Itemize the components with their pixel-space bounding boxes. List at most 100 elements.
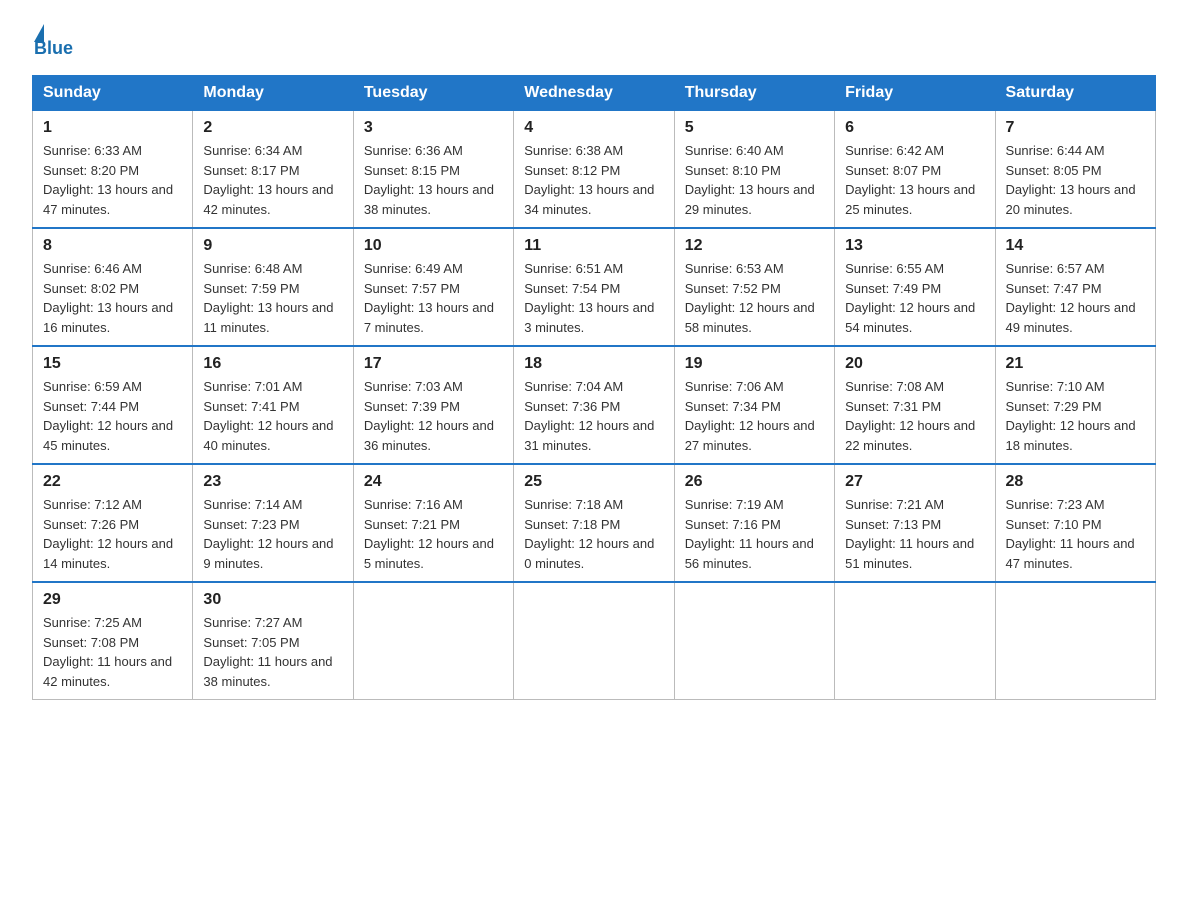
day-info: Sunrise: 7:25 AM Sunset: 7:08 PM Dayligh… bbox=[43, 613, 182, 691]
calendar-week-row: 8 Sunrise: 6:46 AM Sunset: 8:02 PM Daylig… bbox=[33, 228, 1156, 346]
calendar-week-row: 1 Sunrise: 6:33 AM Sunset: 8:20 PM Daylig… bbox=[33, 111, 1156, 229]
day-info: Sunrise: 7:21 AM Sunset: 7:13 PM Dayligh… bbox=[845, 495, 984, 573]
column-header-monday: Monday bbox=[193, 76, 353, 111]
calendar-day-cell: 10Sunrise: 6:49 AM Sunset: 7:57 PM Dayli… bbox=[353, 228, 513, 346]
calendar-day-cell: 16 Sunrise: 7:01 AM Sunset: 7:41 PM Dayli… bbox=[193, 346, 353, 464]
day-number: 20 bbox=[845, 355, 984, 373]
calendar-day-cell: 23 Sunrise: 7:14 AM Sunset: 7:23 PM Dayli… bbox=[193, 464, 353, 582]
calendar-day-cell: 21 Sunrise: 7:10 AM Sunset: 7:29 PM Dayli… bbox=[995, 346, 1155, 464]
day-number: 22 bbox=[43, 473, 182, 491]
logo: Blue bbox=[32, 24, 73, 59]
day-info: Sunrise: 6:44 AM Sunset: 8:05 PM Dayligh… bbox=[1006, 141, 1145, 219]
day-info: Sunrise: 6:57 AM Sunset: 7:47 PM Dayligh… bbox=[1006, 259, 1145, 337]
day-info: Sunrise: 7:03 AM Sunset: 7:39 PM Dayligh… bbox=[364, 377, 503, 455]
calendar-day-cell: 14 Sunrise: 6:57 AM Sunset: 7:47 PM Dayli… bbox=[995, 228, 1155, 346]
calendar-week-row: 29 Sunrise: 7:25 AM Sunset: 7:08 PM Dayli… bbox=[33, 582, 1156, 700]
day-number: 10 bbox=[364, 237, 503, 255]
calendar-day-cell: 20 Sunrise: 7:08 AM Sunset: 7:31 PM Dayli… bbox=[835, 346, 995, 464]
day-info: Sunrise: 7:19 AM Sunset: 7:16 PM Dayligh… bbox=[685, 495, 824, 573]
day-number: 23 bbox=[203, 473, 342, 491]
day-number: 8 bbox=[43, 237, 182, 255]
column-header-sunday: Sunday bbox=[33, 76, 193, 111]
day-number: 12 bbox=[685, 237, 824, 255]
day-info: Sunrise: 7:14 AM Sunset: 7:23 PM Dayligh… bbox=[203, 495, 342, 573]
day-info: Sunrise: 6:59 AM Sunset: 7:44 PM Dayligh… bbox=[43, 377, 182, 455]
day-info: Sunrise: 6:34 AM Sunset: 8:17 PM Dayligh… bbox=[203, 141, 342, 219]
day-info: Sunrise: 6:48 AM Sunset: 7:59 PM Dayligh… bbox=[203, 259, 342, 337]
day-number: 27 bbox=[845, 473, 984, 491]
column-header-saturday: Saturday bbox=[995, 76, 1155, 111]
calendar-day-cell: 19 Sunrise: 7:06 AM Sunset: 7:34 PM Dayli… bbox=[674, 346, 834, 464]
day-info: Sunrise: 6:36 AM Sunset: 8:15 PM Dayligh… bbox=[364, 141, 503, 219]
day-number: 4 bbox=[524, 119, 663, 137]
day-number: 15 bbox=[43, 355, 182, 373]
day-info: Sunrise: 7:18 AM Sunset: 7:18 PM Dayligh… bbox=[524, 495, 663, 573]
day-number: 21 bbox=[1006, 355, 1145, 373]
calendar-day-cell: 28Sunrise: 7:23 AM Sunset: 7:10 PM Dayli… bbox=[995, 464, 1155, 582]
day-number: 2 bbox=[203, 119, 342, 137]
day-number: 25 bbox=[524, 473, 663, 491]
day-info: Sunrise: 7:12 AM Sunset: 7:26 PM Dayligh… bbox=[43, 495, 182, 573]
day-info: Sunrise: 7:27 AM Sunset: 7:05 PM Dayligh… bbox=[203, 613, 342, 691]
calendar-day-cell: 1 Sunrise: 6:33 AM Sunset: 8:20 PM Daylig… bbox=[33, 111, 193, 229]
day-info: Sunrise: 7:10 AM Sunset: 7:29 PM Dayligh… bbox=[1006, 377, 1145, 455]
day-info: Sunrise: 6:53 AM Sunset: 7:52 PM Dayligh… bbox=[685, 259, 824, 337]
day-info: Sunrise: 7:16 AM Sunset: 7:21 PM Dayligh… bbox=[364, 495, 503, 573]
calendar-day-cell: 12 Sunrise: 6:53 AM Sunset: 7:52 PM Dayli… bbox=[674, 228, 834, 346]
day-number: 11 bbox=[524, 237, 663, 255]
day-info: Sunrise: 6:40 AM Sunset: 8:10 PM Dayligh… bbox=[685, 141, 824, 219]
day-info: Sunrise: 7:08 AM Sunset: 7:31 PM Dayligh… bbox=[845, 377, 984, 455]
calendar-day-cell: 15 Sunrise: 6:59 AM Sunset: 7:44 PM Dayli… bbox=[33, 346, 193, 464]
calendar-day-cell: 9Sunrise: 6:48 AM Sunset: 7:59 PM Daylig… bbox=[193, 228, 353, 346]
column-header-wednesday: Wednesday bbox=[514, 76, 674, 111]
day-number: 7 bbox=[1006, 119, 1145, 137]
day-info: Sunrise: 6:33 AM Sunset: 8:20 PM Dayligh… bbox=[43, 141, 182, 219]
day-number: 5 bbox=[685, 119, 824, 137]
day-number: 17 bbox=[364, 355, 503, 373]
day-number: 30 bbox=[203, 591, 342, 609]
calendar-day-cell: 8 Sunrise: 6:46 AM Sunset: 8:02 PM Daylig… bbox=[33, 228, 193, 346]
calendar-day-cell: 17 Sunrise: 7:03 AM Sunset: 7:39 PM Dayli… bbox=[353, 346, 513, 464]
page-header: Blue bbox=[32, 24, 1156, 59]
column-header-friday: Friday bbox=[835, 76, 995, 111]
calendar-day-cell: 18 Sunrise: 7:04 AM Sunset: 7:36 PM Dayli… bbox=[514, 346, 674, 464]
calendar-day-cell: 24 Sunrise: 7:16 AM Sunset: 7:21 PM Dayli… bbox=[353, 464, 513, 582]
day-info: Sunrise: 7:04 AM Sunset: 7:36 PM Dayligh… bbox=[524, 377, 663, 455]
calendar-empty-cell bbox=[353, 582, 513, 700]
day-number: 24 bbox=[364, 473, 503, 491]
day-info: Sunrise: 6:55 AM Sunset: 7:49 PM Dayligh… bbox=[845, 259, 984, 337]
calendar-week-row: 22 Sunrise: 7:12 AM Sunset: 7:26 PM Dayli… bbox=[33, 464, 1156, 582]
day-info: Sunrise: 6:51 AM Sunset: 7:54 PM Dayligh… bbox=[524, 259, 663, 337]
calendar-day-cell: 27 Sunrise: 7:21 AM Sunset: 7:13 PM Dayli… bbox=[835, 464, 995, 582]
calendar-empty-cell bbox=[674, 582, 834, 700]
day-number: 6 bbox=[845, 119, 984, 137]
calendar-day-cell: 22 Sunrise: 7:12 AM Sunset: 7:26 PM Dayli… bbox=[33, 464, 193, 582]
day-number: 26 bbox=[685, 473, 824, 491]
day-number: 18 bbox=[524, 355, 663, 373]
day-number: 3 bbox=[364, 119, 503, 137]
calendar-table: SundayMondayTuesdayWednesdayThursdayFrid… bbox=[32, 75, 1156, 700]
logo-sub-text: Blue bbox=[32, 38, 73, 59]
calendar-day-cell: 11 Sunrise: 6:51 AM Sunset: 7:54 PM Dayli… bbox=[514, 228, 674, 346]
day-info: Sunrise: 6:42 AM Sunset: 8:07 PM Dayligh… bbox=[845, 141, 984, 219]
calendar-day-cell: 4 Sunrise: 6:38 AM Sunset: 8:12 PM Daylig… bbox=[514, 111, 674, 229]
calendar-day-cell: 7 Sunrise: 6:44 AM Sunset: 8:05 PM Daylig… bbox=[995, 111, 1155, 229]
calendar-day-cell: 5 Sunrise: 6:40 AM Sunset: 8:10 PM Daylig… bbox=[674, 111, 834, 229]
calendar-week-row: 15 Sunrise: 6:59 AM Sunset: 7:44 PM Dayli… bbox=[33, 346, 1156, 464]
day-number: 19 bbox=[685, 355, 824, 373]
calendar-day-cell: 26 Sunrise: 7:19 AM Sunset: 7:16 PM Dayli… bbox=[674, 464, 834, 582]
day-number: 28 bbox=[1006, 473, 1145, 491]
day-number: 14 bbox=[1006, 237, 1145, 255]
day-info: Sunrise: 7:01 AM Sunset: 7:41 PM Dayligh… bbox=[203, 377, 342, 455]
calendar-empty-cell bbox=[835, 582, 995, 700]
day-number: 29 bbox=[43, 591, 182, 609]
calendar-header-row: SundayMondayTuesdayWednesdayThursdayFrid… bbox=[33, 76, 1156, 111]
day-info: Sunrise: 6:46 AM Sunset: 8:02 PM Dayligh… bbox=[43, 259, 182, 337]
day-number: 16 bbox=[203, 355, 342, 373]
day-number: 1 bbox=[43, 119, 182, 137]
day-number: 13 bbox=[845, 237, 984, 255]
day-info: Sunrise: 7:06 AM Sunset: 7:34 PM Dayligh… bbox=[685, 377, 824, 455]
calendar-day-cell: 6 Sunrise: 6:42 AM Sunset: 8:07 PM Daylig… bbox=[835, 111, 995, 229]
calendar-day-cell: 2 Sunrise: 6:34 AM Sunset: 8:17 PM Daylig… bbox=[193, 111, 353, 229]
day-info: Sunrise: 6:38 AM Sunset: 8:12 PM Dayligh… bbox=[524, 141, 663, 219]
